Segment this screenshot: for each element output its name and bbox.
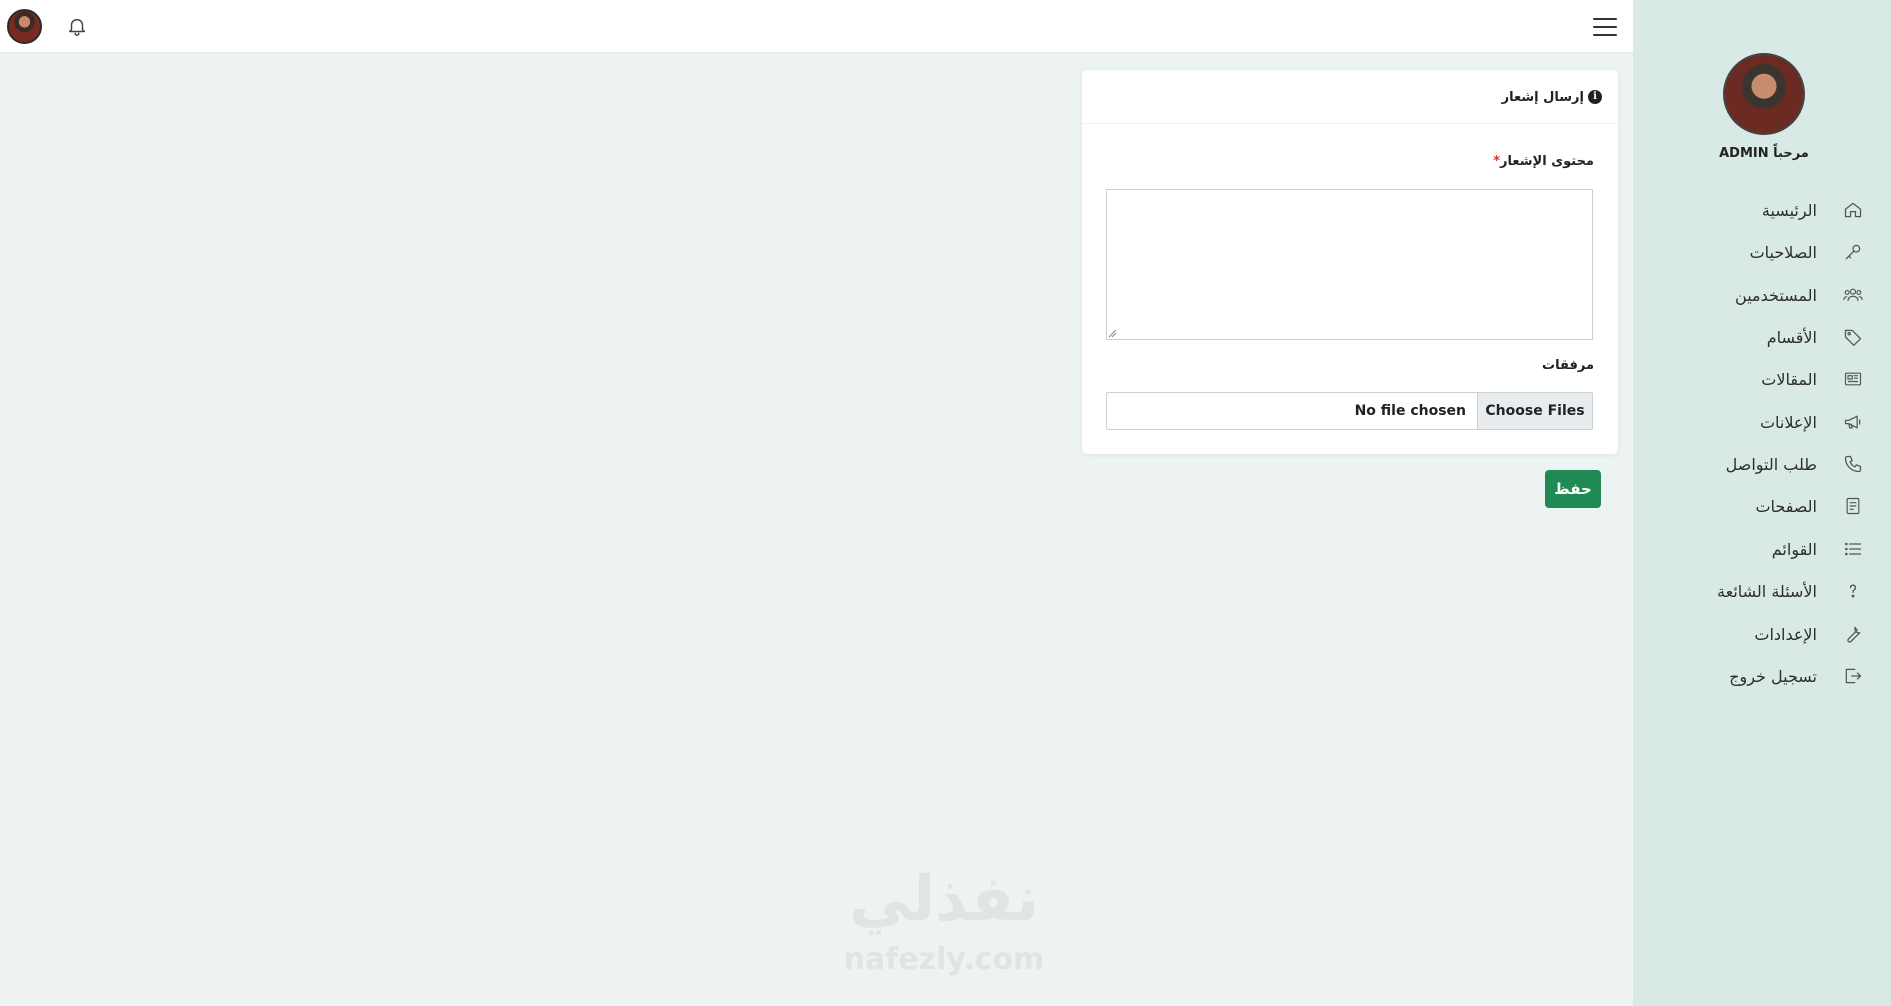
- info-icon: i: [1588, 90, 1602, 104]
- watermark-logo-latin: nafezly.com: [843, 942, 1045, 977]
- sidebar-item-permissions[interactable]: الصلاحيات: [1633, 232, 1891, 272]
- choose-files-button[interactable]: Choose Files: [1477, 393, 1592, 429]
- sidebar-item-label: الأسئلة الشائعة: [1717, 581, 1817, 601]
- home-icon: [1844, 202, 1862, 218]
- save-button[interactable]: حفظ: [1545, 470, 1601, 508]
- attachments-label: مرفقات: [1542, 358, 1594, 373]
- users-icon: [1843, 288, 1863, 301]
- content-label: محتوى الإشعار*: [1489, 154, 1594, 169]
- resize-grip-icon[interactable]: [1108, 329, 1117, 338]
- watermark-logo-arabic: نفذلي: [849, 862, 1039, 935]
- sidebar-item-label: القوائم: [1771, 539, 1817, 559]
- sidebar-item-contact-requests[interactable]: طلب التواصل: [1633, 444, 1891, 484]
- card-header: i إرسال إشعار: [1082, 70, 1618, 124]
- list-icon: [1845, 542, 1862, 556]
- profile-avatar: [1723, 53, 1805, 135]
- bell-icon[interactable]: [66, 15, 88, 37]
- send-notification-card: i إرسال إشعار محتوى الإشعار* مرفقات Choo…: [1082, 70, 1618, 454]
- logout-icon: [1845, 668, 1862, 684]
- sidebar-item-home[interactable]: الرئيسية: [1633, 190, 1891, 230]
- top-bar: [0, 0, 1633, 53]
- sidebar-item-menus[interactable]: القوائم: [1633, 529, 1891, 569]
- sidebar-item-categories[interactable]: الأقسام: [1633, 317, 1891, 357]
- megaphone-icon: [1844, 415, 1861, 429]
- question-icon: [1849, 584, 1857, 598]
- notification-content-textarea[interactable]: [1106, 189, 1593, 340]
- sidebar-item-users[interactable]: المستخدمين: [1633, 275, 1891, 315]
- card-title: إرسال إشعار: [1501, 90, 1584, 105]
- phone-icon: [1844, 455, 1862, 473]
- sidebar-item-pages[interactable]: الصفحات: [1633, 486, 1891, 526]
- tag-icon: [1844, 329, 1862, 346]
- page-icon: [1846, 497, 1860, 515]
- sidebar-item-settings[interactable]: الإعدادات: [1633, 614, 1891, 654]
- sidebar-item-label: الأقسام: [1766, 327, 1817, 347]
- sidebar-item-label: تسجيل خروج: [1729, 666, 1817, 686]
- wrench-icon: [1847, 626, 1861, 643]
- key-icon: [1845, 244, 1861, 260]
- content-label-text: محتوى الإشعار: [1500, 154, 1594, 169]
- sidebar-item-label: الصلاحيات: [1749, 242, 1817, 262]
- sidebar-item-label: الرئيسية: [1761, 200, 1817, 220]
- sidebar-item-label: المقالات: [1761, 369, 1817, 389]
- sidebar-item-label: الصفحات: [1755, 496, 1817, 516]
- sidebar-item-ads[interactable]: الإعلانات: [1633, 402, 1891, 442]
- hamburger-menu-button[interactable]: [1593, 16, 1617, 38]
- user-avatar[interactable]: [7, 9, 42, 44]
- sidebar-item-label: الإعدادات: [1754, 624, 1817, 644]
- sidebar-item-label: طلب التواصل: [1725, 454, 1817, 474]
- sidebar-item-articles[interactable]: المقالات: [1633, 359, 1891, 399]
- attachments-file-input[interactable]: Choose Files No file chosen: [1106, 392, 1593, 430]
- newspaper-icon: [1844, 372, 1862, 386]
- sidebar-item-faq[interactable]: الأسئلة الشائعة: [1633, 571, 1891, 611]
- welcome-text: مرحباً ADMIN: [1719, 146, 1809, 161]
- sidebar-item-logout[interactable]: تسجيل خروج: [1633, 656, 1891, 696]
- sidebar-item-label: المستخدمين: [1735, 285, 1817, 305]
- file-status: No file chosen: [1354, 403, 1466, 419]
- sidebar-item-label: الإعلانات: [1759, 412, 1817, 432]
